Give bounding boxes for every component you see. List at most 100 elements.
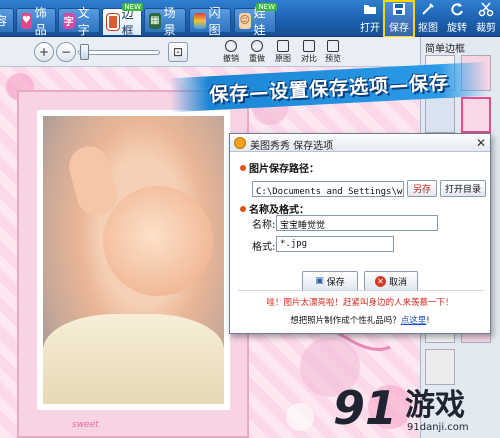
tab-frame[interactable]: 边框 NEW — [102, 3, 143, 38]
tab-accessories[interactable]: ♥ 饰品 — [16, 6, 56, 37]
zoom-slider[interactable] — [78, 50, 160, 55]
cancel-icon: ✕ — [374, 275, 386, 287]
watermark-name: 游戏 — [405, 388, 465, 423]
rotate-label: 旋转 — [447, 23, 467, 34]
crop-icon — [478, 1, 494, 17]
original-icon — [277, 40, 289, 52]
watermark-url: 91danji.com — [407, 422, 469, 433]
close-icon[interactable]: ✕ — [476, 136, 486, 150]
save-icon — [391, 1, 407, 17]
new-badge: NEW — [256, 3, 277, 11]
baby-face — [103, 186, 213, 296]
main-toolbar: 容 ♥ 饰品 字 文字 边框 NEW ▦ 场景 闪图 ☺ 娃娃 NEW 打开 保… — [0, 0, 500, 38]
zoom-in-button[interactable]: + — [34, 42, 54, 62]
frame-icon — [107, 14, 119, 30]
frame-thumbnail[interactable] — [461, 97, 491, 133]
file-name-label: 名称: — [252, 220, 276, 231]
zoom-in-icon: + — [38, 45, 50, 59]
frame-category-title: 简单边框 — [425, 44, 465, 55]
watermark-logo: 91 — [333, 381, 398, 435]
name-format-label: 名称及格式： — [249, 205, 309, 216]
file-name-input[interactable]: 宝宝睡觉觉 — [276, 215, 438, 231]
dialog-save-label: 保存 — [326, 277, 345, 288]
save-path-label: 图片保存路径： — [249, 164, 319, 175]
cutout-label: 抠图 — [418, 23, 438, 34]
frame-thumbnail[interactable] — [425, 97, 455, 133]
rotate-button[interactable]: 旋转 — [443, 2, 471, 36]
compare-icon — [303, 40, 315, 52]
open-label: 打开 — [360, 23, 380, 34]
frame-thumbnail[interactable] — [425, 349, 455, 385]
dialog-cancel-label: 取消 — [388, 277, 407, 288]
zoom-slider-handle[interactable] — [80, 44, 89, 60]
tab-scene[interactable]: ▦ 场景 — [144, 6, 186, 37]
crop-button[interactable]: 裁剪 — [472, 2, 500, 36]
preview-label: 预览 — [325, 54, 341, 63]
frame-caption: sweet — [72, 420, 99, 430]
dialog-save-button[interactable]: ▣ 保存 — [302, 271, 358, 291]
preview-button[interactable]: 预览 — [322, 40, 344, 66]
tab-flash[interactable]: 闪图 — [189, 6, 231, 37]
share-tip: 哇！图片太漂亮啦！赶紧叫身边的人来羡慕一下！ — [266, 298, 454, 308]
tab-doll[interactable]: ☺ 娃娃 NEW — [234, 3, 277, 37]
tab-scene-label: 场景 — [163, 5, 176, 37]
bullet-icon — [240, 205, 246, 212]
tab-text[interactable]: 字 文字 — [58, 6, 100, 37]
app-logo-icon — [234, 137, 246, 149]
original-button[interactable]: 原图 — [272, 40, 294, 66]
redo-icon — [251, 40, 263, 52]
crop-label: 裁剪 — [476, 23, 496, 34]
blanket — [43, 314, 224, 404]
undo-button[interactable]: 撤销 — [220, 40, 242, 66]
gift-tip-end: ! — [426, 316, 430, 326]
heart-icon: ♥ — [21, 12, 32, 29]
dialog-titlebar[interactable]: 美图秀秀 保存选项 ✕ — [230, 134, 490, 152]
dialog-divider — [238, 290, 484, 291]
save-button[interactable]: 保存 — [383, 0, 415, 38]
tab-partial[interactable]: 容 — [0, 8, 14, 32]
tab-flash-label: 闪图 — [208, 5, 221, 37]
preview-icon — [327, 40, 339, 52]
site-watermark: 91 游戏 91danji.com — [333, 384, 498, 438]
edit-toolbar: + − ⊡ 撤销 重做 原图 对比 预览 — [0, 37, 420, 67]
open-icon — [362, 1, 378, 17]
file-format-select[interactable]: *.jpg — [276, 236, 394, 252]
new-badge: NEW — [122, 3, 143, 11]
cutout-icon — [420, 1, 436, 17]
redo-button[interactable]: 重做 — [246, 40, 268, 66]
tab-text-label: 文字 — [77, 5, 90, 37]
save-path-section: 图片保存路径： — [240, 160, 319, 175]
undo-label: 撤销 — [223, 54, 239, 63]
fit-screen-icon: ⊡ — [172, 45, 184, 59]
open-directory-button[interactable]: 打开目录 — [440, 180, 486, 197]
open-button[interactable]: 打开 — [356, 2, 384, 36]
cutout-button[interactable]: 抠图 — [414, 2, 442, 36]
save-options-dialog: 美图秀秀 保存选项 ✕ 图片保存路径： C:\Documents and Set… — [229, 133, 491, 334]
name-format-section: 名称及格式： — [240, 201, 309, 216]
save-icon: ▣ — [315, 276, 324, 286]
scene-icon: ▦ — [149, 12, 161, 29]
dialog-cancel-button[interactable]: ✕ 取消 — [364, 271, 418, 291]
gift-tip-text: 想把照片制作成个性礼品吗？ — [290, 316, 401, 326]
save-label: 保存 — [389, 23, 409, 34]
compare-label: 对比 — [301, 54, 317, 63]
flash-icon — [194, 12, 206, 29]
save-path-field[interactable]: C:\Documents and Settings\wj\桌 — [252, 181, 404, 197]
tab-partial-label: 容 — [0, 14, 8, 28]
gift-tip: 想把照片制作成个性礼品吗？点这里! — [230, 314, 490, 326]
gift-tip-link[interactable]: 点这里 — [401, 316, 427, 326]
undo-icon — [225, 40, 237, 52]
bullet-icon — [240, 164, 246, 171]
save-as-button[interactable]: 另存 — [407, 180, 437, 197]
dialog-title: 美图秀秀 保存选项 — [250, 141, 334, 152]
doll-icon: ☺ — [239, 12, 251, 29]
file-format-label: 格式: — [252, 242, 276, 253]
baby-photo — [37, 110, 230, 410]
tab-accessories-label: 饰品 — [34, 5, 47, 37]
text-icon: 字 — [63, 12, 75, 29]
zoom-out-button[interactable]: − — [56, 42, 76, 62]
fit-screen-button[interactable]: ⊡ — [168, 42, 188, 62]
compare-button[interactable]: 对比 — [298, 40, 320, 66]
redo-label: 重做 — [249, 54, 265, 63]
zoom-out-icon: − — [60, 45, 72, 59]
